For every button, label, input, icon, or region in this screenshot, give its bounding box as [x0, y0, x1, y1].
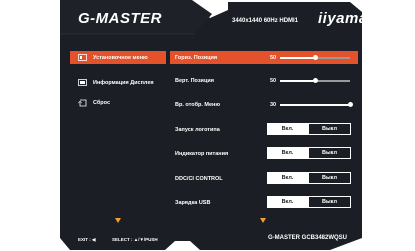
vertical-position-slider[interactable]: [280, 78, 350, 83]
sidebar-item-setup-menu[interactable]: Установочное меню: [70, 51, 166, 64]
toggle-on-option[interactable]: Вкл.: [267, 123, 308, 135]
brand-title: G-MASTER: [78, 10, 162, 27]
menu-display-time-slider[interactable]: [280, 102, 353, 107]
setting-horizontal-position[interactable]: Гориз. Позиция 50: [170, 51, 358, 64]
ddc-ci-control-toggle[interactable]: Вкл. Выкл: [267, 172, 351, 184]
sidebar-item-label: Установочное меню: [93, 54, 148, 61]
setting-value: 30: [270, 101, 277, 108]
toggle-off-option[interactable]: Выкл: [308, 172, 351, 184]
setting-label: Зарядка USB: [175, 199, 211, 206]
setting-label: Верт. Позиция: [175, 77, 214, 84]
horizontal-position-slider[interactable]: [280, 55, 350, 60]
osd-menu: G-MASTER 3440x1440 60Hz HDMI1 iiyama Уст…: [0, 0, 415, 251]
reset-icon: [77, 99, 87, 106]
usb-charging-toggle[interactable]: Вкл. Выкл: [267, 196, 351, 208]
setting-menu-display-time[interactable]: Вр. отобр. Меню 30: [170, 98, 358, 111]
power-indicator-toggle[interactable]: Вкл. Выкл: [267, 147, 351, 159]
select-hint: SELECT : ▲/▼/PUSH: [112, 237, 158, 242]
toggle-off-option[interactable]: Выкл: [308, 147, 351, 159]
setting-vertical-position[interactable]: Верт. Позиция 50: [170, 74, 358, 87]
settings-scroll-down-icon: [260, 218, 266, 223]
setting-power-indicator[interactable]: Индикатор питания Вкл. Выкл: [170, 147, 358, 160]
sidebar-item-label: Сброс: [93, 99, 111, 106]
setting-logo-startup[interactable]: Запуск логотипа Вкл. Выкл: [170, 123, 358, 136]
toggle-off-option[interactable]: Выкл: [308, 123, 351, 135]
iiyama-logo: iiyama: [318, 10, 368, 27]
setting-label: DDC/CI CONTROL: [175, 175, 223, 182]
display-info-icon: [77, 79, 87, 86]
setting-label: Индикатор питания: [175, 150, 229, 157]
slider-knob[interactable]: [312, 78, 318, 83]
sidebar-item-label: Информация Дисплея: [93, 79, 154, 86]
setting-label: Запуск логотипа: [175, 126, 220, 133]
toggle-on-option[interactable]: Вкл.: [267, 147, 308, 159]
logo-startup-toggle[interactable]: Вкл. Выкл: [267, 123, 351, 135]
toggle-on-option[interactable]: Вкл.: [267, 196, 308, 208]
sidebar-item-reset[interactable]: Сброс: [70, 96, 166, 109]
setting-ddc-ci-control[interactable]: DDC/CI CONTROL Вкл. Выкл: [170, 172, 358, 185]
toggle-off-option[interactable]: Выкл: [308, 196, 351, 208]
sidebar-item-display-info[interactable]: Информация Дисплея: [70, 76, 166, 89]
setting-usb-charging[interactable]: Зарядка USB Вкл. Выкл: [170, 196, 358, 209]
sidebar-scroll-down-icon: [115, 218, 121, 223]
setting-label: Гориз. Позиция: [175, 54, 218, 61]
setting-label: Вр. отобр. Меню: [175, 101, 221, 108]
slider-knob[interactable]: [347, 102, 353, 107]
setting-value: 50: [270, 54, 277, 61]
model-name: G-MASTER GCB3482WQSU: [268, 235, 348, 241]
exit-hint: EXIT : ◀: [78, 237, 96, 242]
resolution-status: 3440x1440 60Hz HDMI1: [232, 18, 299, 24]
settings-menu-icon: [77, 54, 87, 61]
toggle-on-option[interactable]: Вкл.: [267, 172, 308, 184]
setting-value: 50: [270, 77, 277, 84]
slider-knob[interactable]: [312, 55, 318, 60]
